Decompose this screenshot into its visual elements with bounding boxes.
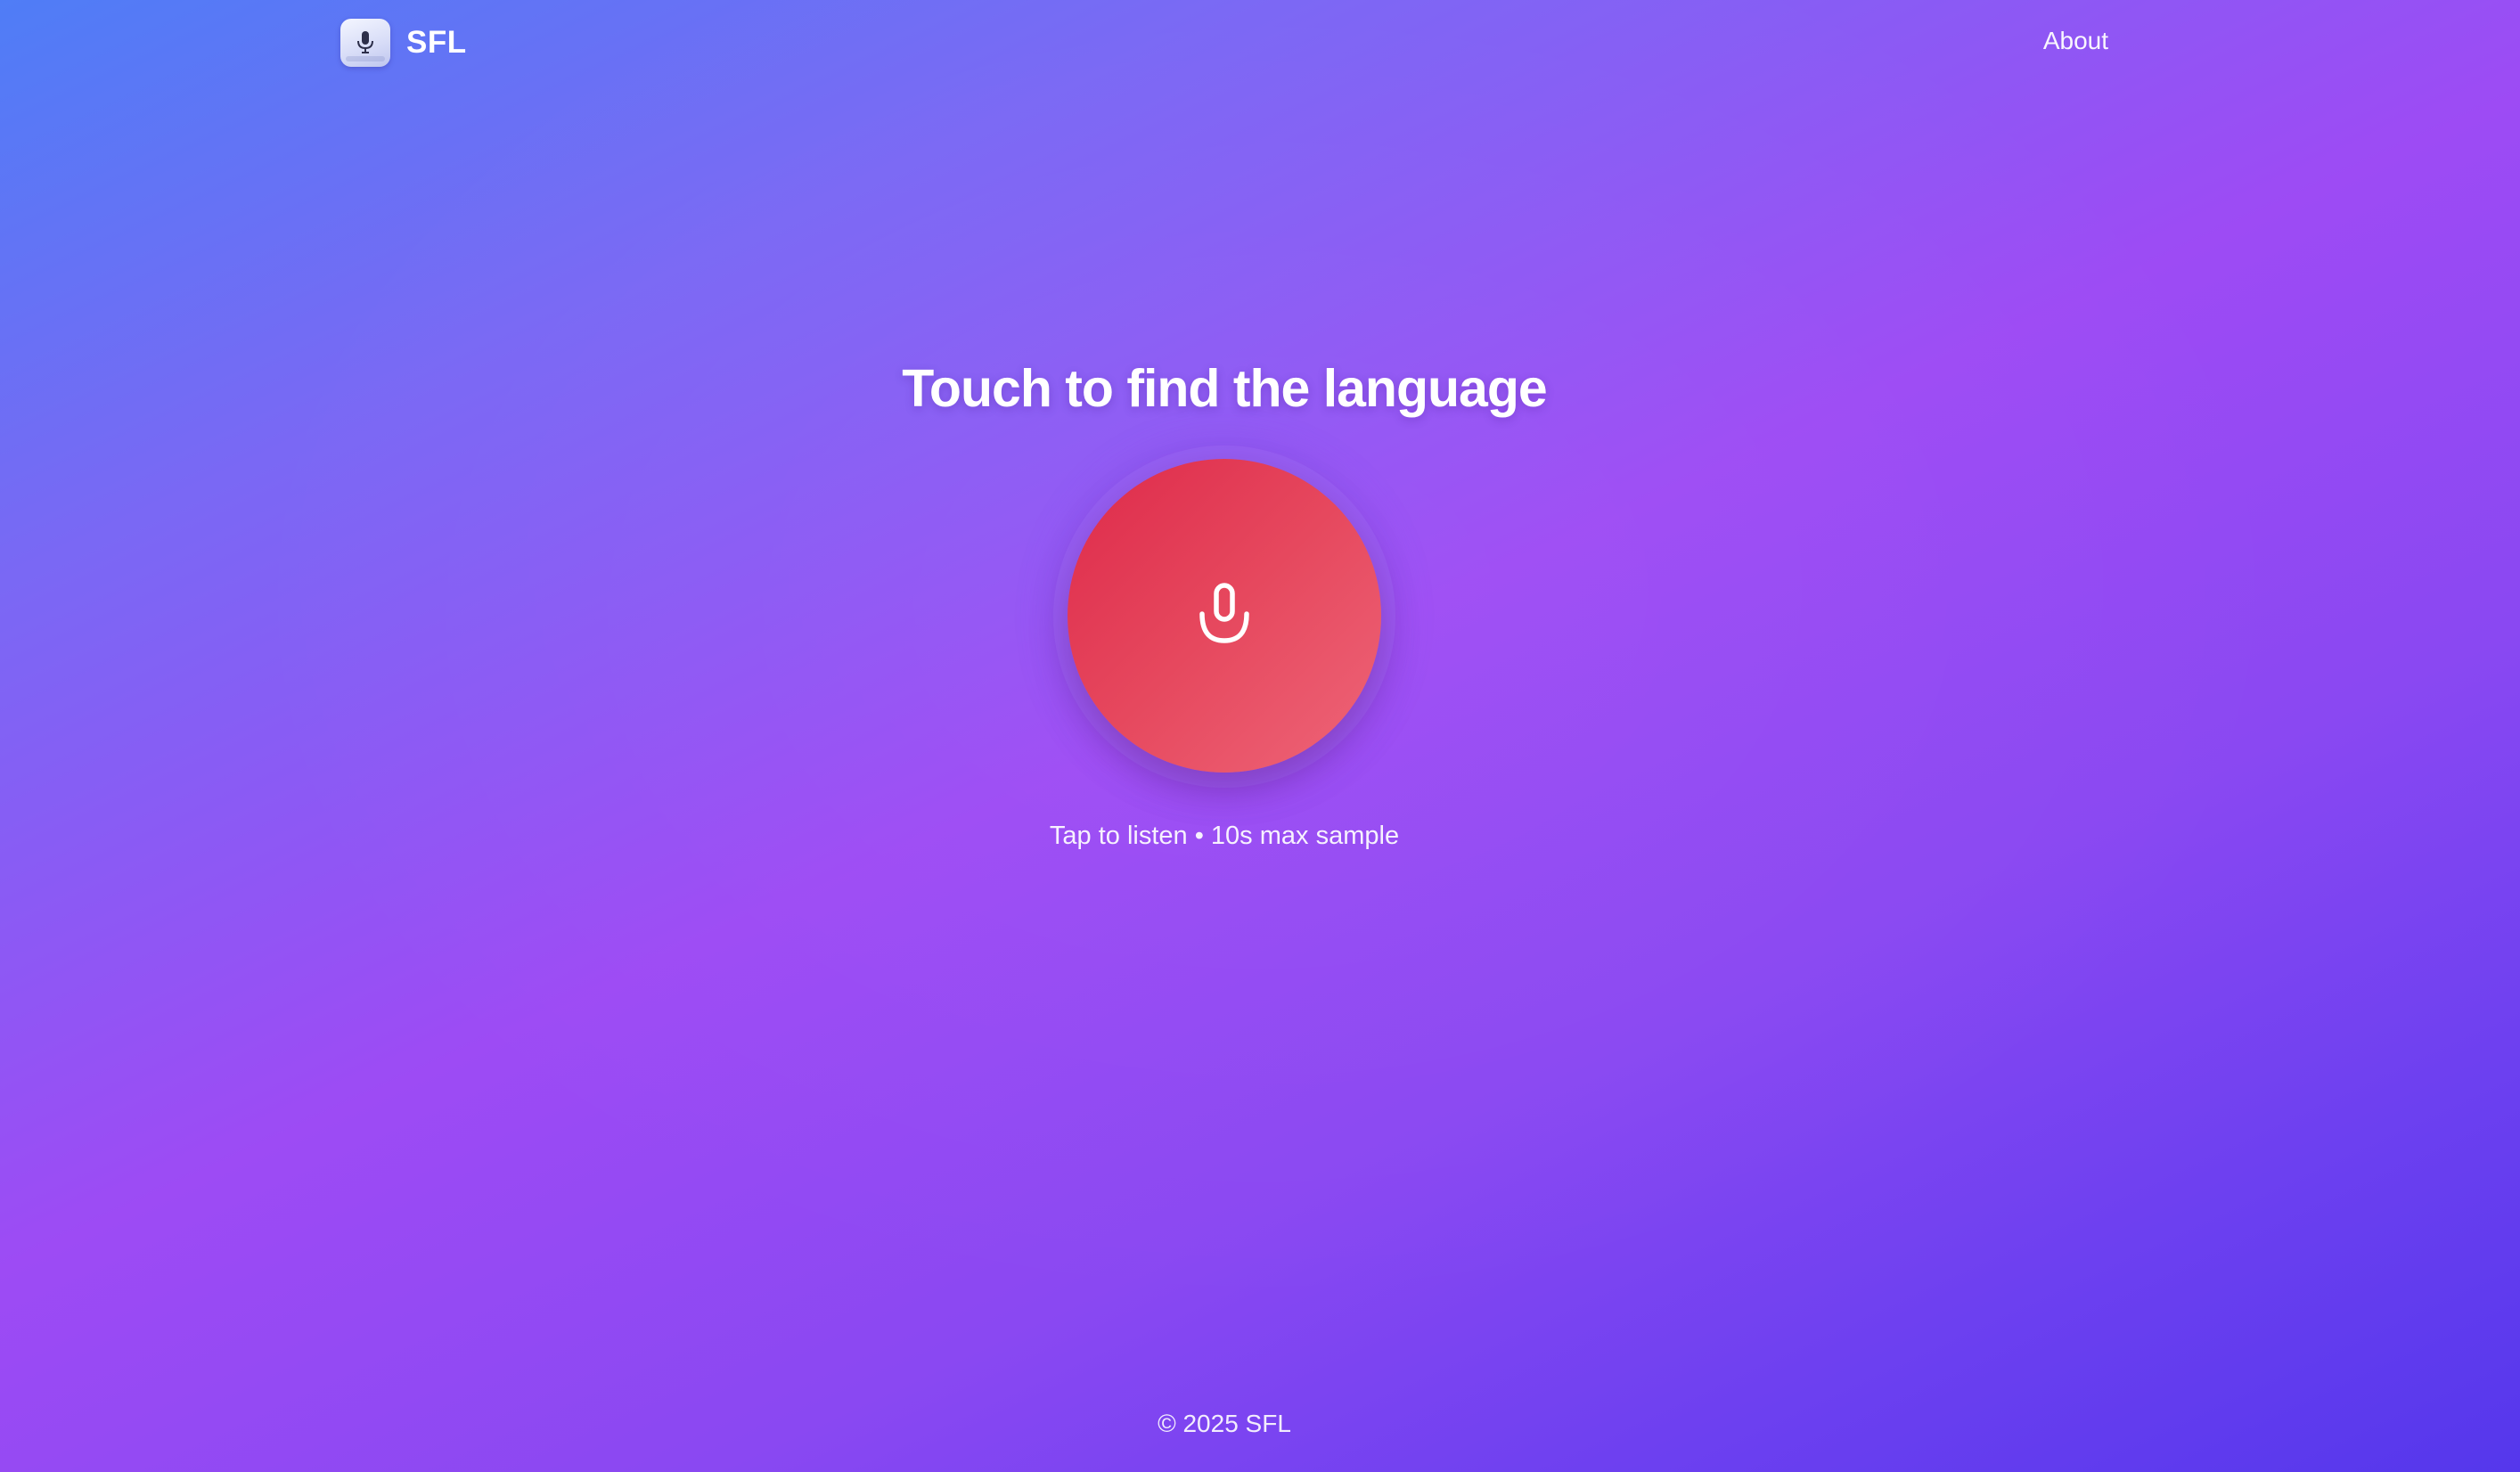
top-header: SFL About [340, 18, 2123, 68]
page-title: Touch to find the language [902, 359, 1547, 418]
app-logo [340, 19, 390, 67]
listen-hint-text: Tap to listen • 10s max sample [1049, 822, 1400, 850]
nav-about-link[interactable]: About [2043, 27, 2108, 55]
footer-copyright: © 2025 SFL [1158, 1410, 1291, 1437]
microphone-logo-icon [357, 31, 373, 53]
brand-home-link[interactable]: SFL [340, 18, 467, 68]
microphone-icon [1199, 583, 1249, 643]
brand-name: SFL [406, 25, 467, 60]
record-mic-button[interactable] [1068, 459, 1381, 773]
